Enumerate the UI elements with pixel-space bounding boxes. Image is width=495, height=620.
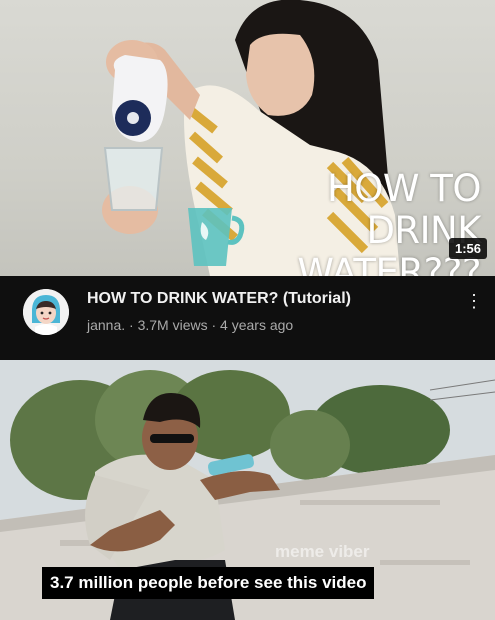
thumbnail-overlay-title: HOW TO DRINK WATER??? — [297, 167, 481, 277]
more-vert-icon[interactable]: ⋮ — [465, 290, 483, 312]
video-thumbnail[interactable]: HOW TO DRINK WATER??? 1:56 — [0, 0, 495, 276]
video-duration-badge: 1:56 — [448, 238, 487, 259]
meme-watermark: meme viber — [275, 542, 370, 561]
video-meta: janna. · 3.7M views · 4 years ago — [87, 317, 294, 333]
channel-avatar[interactable] — [23, 289, 69, 335]
meme-caption: 3.7 million people before see this video — [42, 567, 375, 599]
video-info-bar: HOW TO DRINK WATER? (Tutorial) janna. · … — [0, 276, 495, 360]
meme-image: meme viber 3.7 million people before see… — [0, 360, 495, 620]
avatar-icon — [23, 289, 69, 335]
video-title[interactable]: HOW TO DRINK WATER? (Tutorial) — [87, 290, 351, 308]
